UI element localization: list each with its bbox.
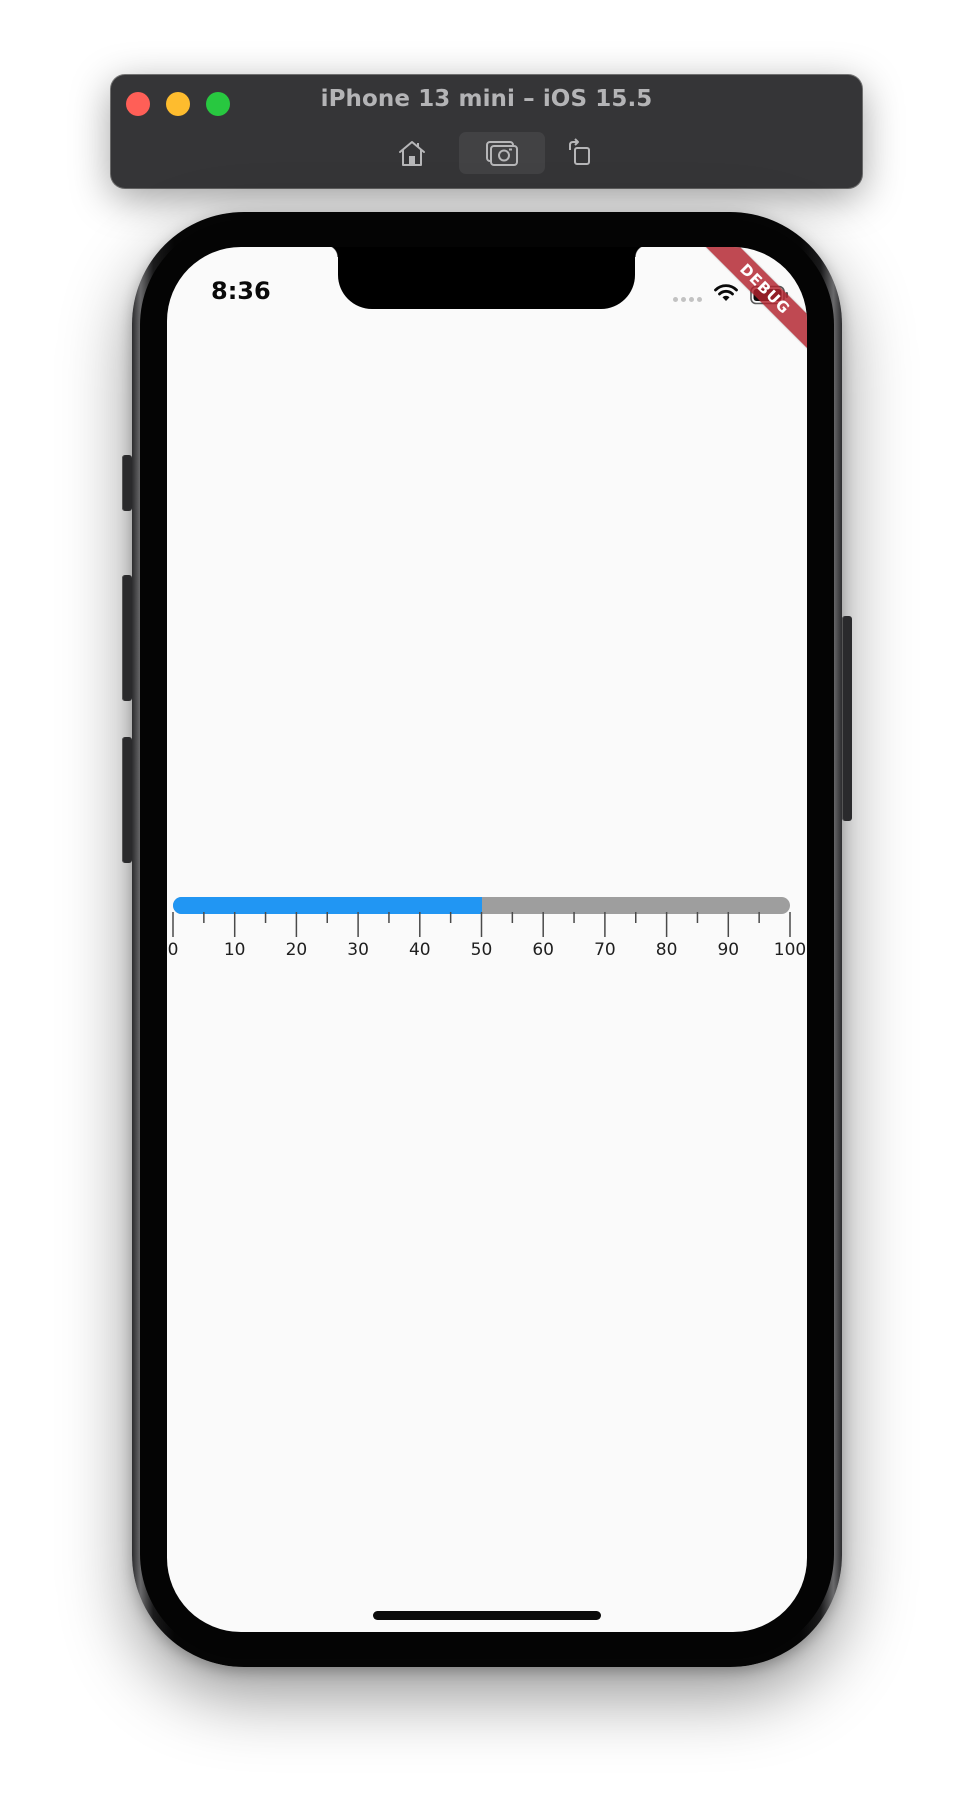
- screenshot-button[interactable]: [459, 132, 545, 174]
- tick-label: 40: [408, 940, 431, 960]
- tick-label: 50: [470, 940, 493, 960]
- notch: [326, 247, 647, 309]
- tick-label: 10: [223, 940, 246, 960]
- home-indicator[interactable]: [373, 1611, 601, 1620]
- app-screen: 8:36 DEBUG 0 10 20 30 40 50 60 70 80 90 100: [167, 247, 807, 1632]
- power-button[interactable]: [842, 616, 852, 821]
- tick-label: 100: [773, 940, 807, 960]
- tick-label: 0: [167, 940, 179, 960]
- tick-label: 20: [285, 940, 308, 960]
- tick-label: 90: [717, 940, 740, 960]
- simulator-screen: iPhone 13 mini – iOS 15.5 8:36 DEBUG 0 1…: [0, 0, 974, 1820]
- rotate-button[interactable]: [558, 133, 602, 173]
- wifi-icon: [714, 284, 738, 301]
- signal-dots-icon: [673, 297, 702, 302]
- window-title: iPhone 13 mini – iOS 15.5: [320, 86, 653, 112]
- tick-label: 80: [655, 940, 678, 960]
- rotate-icon: [569, 138, 590, 165]
- tick-label: 60: [532, 940, 555, 960]
- volume-up-button[interactable]: [122, 575, 132, 701]
- silent-switch[interactable]: [122, 455, 132, 511]
- status-time: 8:36: [211, 277, 271, 305]
- tick-label: 70: [594, 940, 616, 960]
- tick-label: 30: [347, 940, 369, 960]
- home-icon: [399, 141, 425, 166]
- camera-icon: [486, 141, 518, 166]
- home-button[interactable]: [390, 133, 434, 173]
- volume-down-button[interactable]: [122, 737, 132, 863]
